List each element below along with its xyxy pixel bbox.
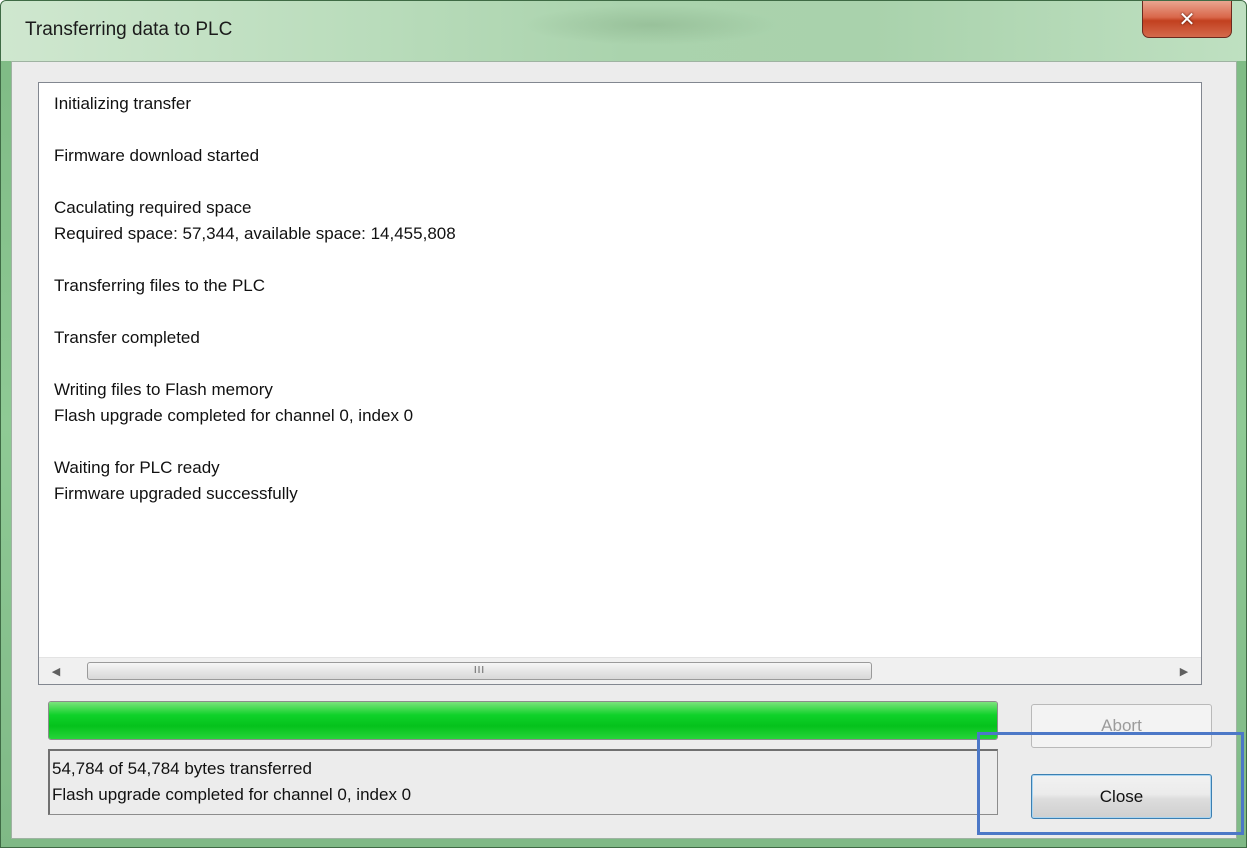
status-textbox: 54,784 of 54,784 bytes transferred Flash … [48, 749, 998, 815]
transfer-dialog-window: Transferring data to PLC ✕ Initializing … [0, 0, 1247, 848]
status-bytes-transferred: 54,784 of 54,784 bytes transferred [52, 759, 312, 778]
abort-button[interactable]: Abort [1031, 704, 1212, 748]
log-line: Transferring files to the PLC [54, 276, 266, 295]
transfer-log-text: Initializing transfer Firmware download s… [54, 91, 1197, 654]
scroll-left-arrow-icon[interactable]: ◀ [43, 658, 69, 684]
transfer-progress-bar [48, 701, 998, 740]
log-line: Required space: 57,344, available space:… [54, 224, 456, 243]
log-line: Firmware download started [54, 146, 260, 165]
transfer-log-textbox[interactable]: Initializing transfer Firmware download s… [38, 82, 1202, 685]
log-line: Firmware upgraded successfully [54, 484, 298, 503]
log-line: Waiting for PLC ready [54, 458, 220, 477]
log-line: Initializing transfer [54, 94, 192, 113]
scrollbar-thumb[interactable]: III [87, 662, 872, 680]
log-line: Transfer completed [54, 328, 200, 347]
log-line: Flash upgrade completed for channel 0, i… [54, 406, 414, 425]
status-flash-message: Flash upgrade completed for channel 0, i… [52, 785, 412, 804]
scrollbar-grip: III [473, 665, 486, 676]
progress-bar-fill [49, 702, 997, 739]
window-title: Transferring data to PLC [25, 19, 233, 40]
close-x-icon[interactable]: ✕ [1142, 1, 1232, 38]
title-bar[interactable]: Transferring data to PLC ✕ [1, 1, 1246, 61]
scroll-right-arrow-icon[interactable]: ▶ [1171, 658, 1197, 684]
close-button[interactable]: Close [1031, 774, 1212, 819]
log-line: Writing files to Flash memory [54, 380, 273, 399]
log-line: Caculating required space [54, 198, 252, 217]
horizontal-scrollbar[interactable]: ◀ III ▶ [39, 657, 1201, 684]
